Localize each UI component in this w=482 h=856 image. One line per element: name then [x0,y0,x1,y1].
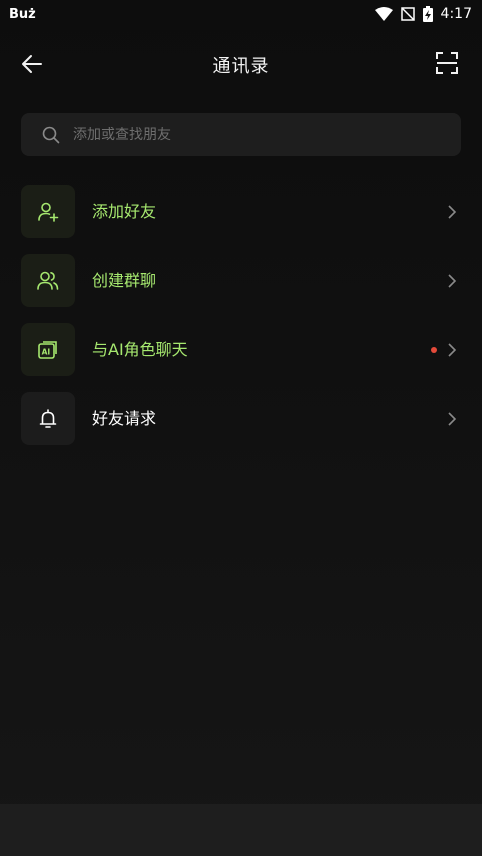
chevron-right-icon [448,412,457,426]
status-bar: Buż 4:17 [0,0,482,28]
menu-icon-tile [21,392,75,445]
scan-button[interactable] [436,52,460,76]
menu-icon-tile: AI [21,323,75,376]
menu-item-create-group[interactable]: 创建群聊 [21,254,461,323]
menu-icon-tile [21,254,75,307]
contacts-screen: Buż 4:17 通讯录 添加或查找朋友 添加好友 创建群聊 AI 与AI角色聊… [0,0,482,856]
no-signal-icon [400,7,415,21]
status-app-label: Buż [9,6,36,22]
wifi-icon [374,7,393,21]
app-header: 通讯录 [0,42,482,86]
menu-item-label: 添加好友 [92,202,157,221]
scan-frame-icon [436,52,458,74]
menu-item-label: 创建群聊 [92,271,157,290]
add-user-icon [38,202,59,222]
menu-item-ai-chat[interactable]: AI 与AI角色聊天 [21,323,461,392]
menu-icon-tile [21,185,75,238]
bell-icon [39,408,57,428]
ai-chat-icon: AI [38,340,57,359]
search-bar[interactable] [21,113,461,156]
search-icon [42,126,60,143]
svg-text:AI: AI [42,347,51,356]
chevron-right-icon [448,205,457,219]
notification-dot [431,347,437,353]
page-title: 通讯录 [212,56,270,77]
menu-item-label: 好友请求 [92,409,157,428]
bottom-bar [0,804,482,856]
status-icons: 4:17 [374,6,472,22]
chevron-right-icon [448,274,457,288]
chevron-right-icon [448,343,457,357]
menu-item-friend-requests[interactable]: 好友请求 [21,392,461,461]
contacts-menu: 添加好友 创建群聊 AI 与AI角色聊天 好友请求 [21,185,461,461]
status-time: 4:17 [440,6,472,22]
battery-charging-icon [422,6,433,22]
menu-item-add-friend[interactable]: 添加好友 [21,185,461,254]
search-input[interactable] [73,126,413,143]
menu-item-label: 与AI角色聊天 [92,340,188,359]
group-icon [37,271,59,290]
